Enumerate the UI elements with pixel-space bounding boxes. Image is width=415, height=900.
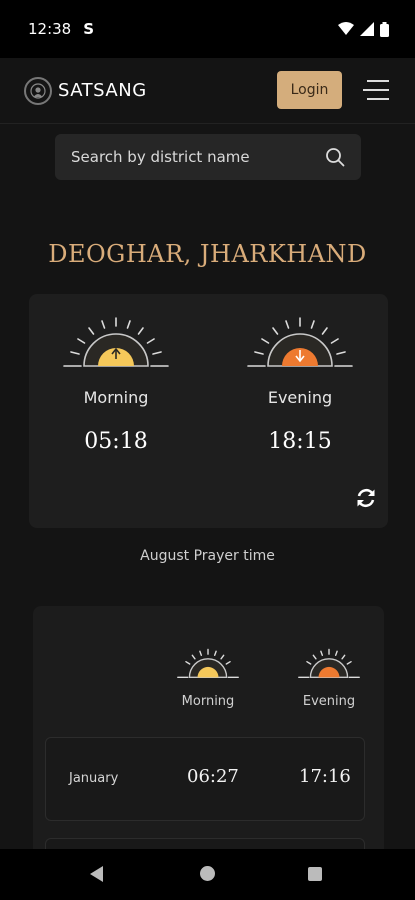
morning-time: 05:18 bbox=[84, 429, 148, 454]
wifi-icon bbox=[338, 22, 354, 35]
month-caption: August Prayer time bbox=[140, 548, 275, 564]
search-placeholder: Search by district name bbox=[71, 148, 250, 166]
home-icon[interactable] bbox=[200, 866, 215, 881]
row-month: January bbox=[69, 771, 119, 786]
today-prayer-card: Morning 05:18 Evening 18:15 bbox=[29, 294, 388, 528]
table-header-morning: Morning bbox=[163, 646, 253, 709]
recents-icon[interactable] bbox=[308, 867, 322, 881]
back-icon[interactable] bbox=[90, 866, 103, 882]
sunrise-icon bbox=[63, 317, 169, 367]
prayer-table: Morning Evening January 06:27 17:16 bbox=[33, 606, 384, 866]
status-time: 12:38 bbox=[28, 20, 72, 38]
refresh-icon[interactable] bbox=[355, 487, 377, 509]
table-row: January 06:27 17:16 bbox=[45, 737, 365, 821]
sunset-icon bbox=[298, 648, 360, 679]
location-title: DEOGHAR, JHARKHAND bbox=[48, 240, 367, 268]
sync-icon: S bbox=[83, 20, 95, 38]
row-evening-time: 17:16 bbox=[299, 766, 351, 787]
evening-column: Evening 18:15 bbox=[225, 312, 375, 454]
sunset-icon bbox=[247, 317, 353, 367]
login-button[interactable]: Login bbox=[277, 71, 342, 109]
brand-name[interactable]: SATSANG bbox=[58, 80, 147, 101]
logo-icon[interactable] bbox=[24, 76, 52, 105]
hamburger-icon[interactable] bbox=[363, 80, 389, 102]
search-icon[interactable] bbox=[325, 147, 345, 167]
battery-icon bbox=[380, 21, 389, 37]
sunrise-icon bbox=[177, 648, 239, 679]
signal-icon bbox=[360, 22, 374, 36]
table-header-morning-label: Morning bbox=[181, 694, 235, 709]
row-morning-time: 06:27 bbox=[187, 766, 239, 787]
evening-time: 18:15 bbox=[268, 429, 332, 454]
morning-label: Morning bbox=[83, 388, 149, 407]
table-header-evening-label: Evening bbox=[302, 694, 356, 709]
status-bar: 12:38 S bbox=[0, 0, 415, 58]
system-nav-bar bbox=[0, 849, 415, 900]
app-header: SATSANG Login bbox=[0, 58, 415, 124]
evening-label: Evening bbox=[267, 388, 333, 407]
morning-column: Morning 05:18 bbox=[41, 312, 191, 454]
table-header-evening: Evening bbox=[284, 646, 374, 709]
search-input[interactable]: Search by district name bbox=[55, 134, 361, 180]
